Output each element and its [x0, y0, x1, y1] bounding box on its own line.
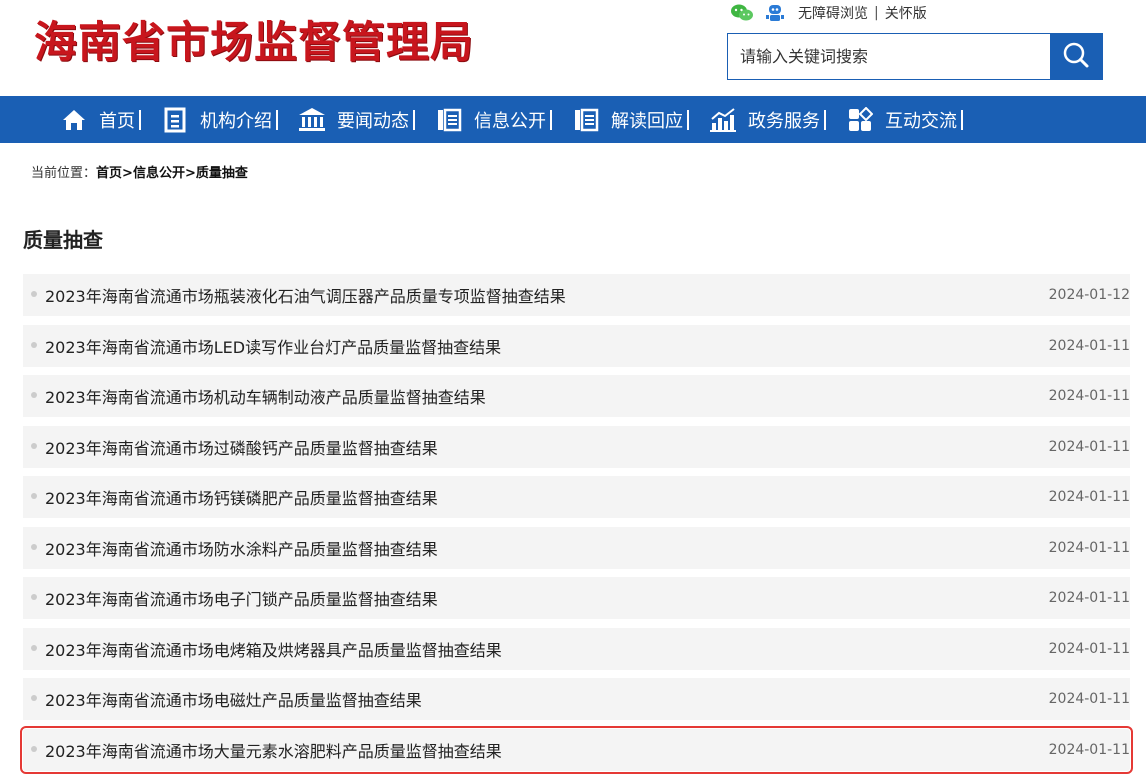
item-title-link[interactable]: 2023年海南省流通市场电磁灶产品质量监督抽查结果: [45, 687, 422, 711]
breadcrumb-separator: >: [122, 166, 133, 181]
nav-divider: [687, 109, 689, 130]
grid-icon: [846, 106, 874, 134]
top-links: 无障碍浏览 | 关怀版: [730, 2, 927, 24]
breadcrumb-separator: >: [184, 166, 196, 181]
item-date: 2024-01-11: [1048, 438, 1130, 455]
list-item[interactable]: 2023年海南省流通市场过磷酸钙产品质量监督抽查结果 2024-01-11: [23, 425, 1130, 468]
search-button[interactable]: [1050, 34, 1102, 79]
article-list: 2023年海南省流通市场瓶装液化石油气调压器产品质量专项监督抽查结果 2024-…: [20, 274, 1133, 779]
nav-label: 信息公开: [474, 110, 546, 132]
wechat-icon[interactable]: [730, 3, 753, 23]
bullet-dot: [31, 594, 37, 600]
document-icon: [161, 106, 189, 134]
list-item-highlighted[interactable]: 2023年海南省流通市场大量元素水溶肥料产品质量监督抽查结果 2024-01-1…: [20, 725, 1133, 774]
nav-item-interaction[interactable]: 互动交流: [846, 106, 963, 134]
bullet-dot: [31, 291, 37, 297]
item-title-link[interactable]: 2023年海南省流通市场瓶装液化石油气调压器产品质量专项监督抽查结果: [45, 283, 566, 307]
nav-item-info[interactable]: 信息公开: [435, 106, 552, 134]
nav-item-home[interactable]: 首页: [60, 106, 141, 134]
bullet-dot: [31, 644, 37, 651]
bullet-dot: [31, 543, 37, 550]
item-title-link[interactable]: 2023年海南省流通市场大量元素水溶肥料产品质量监督抽查结果: [45, 738, 502, 762]
breadcrumb-current: 质量抽查: [195, 166, 248, 181]
nav-divider: [139, 109, 141, 130]
nav-label: 互动交流: [885, 110, 957, 132]
list-item[interactable]: 2023年海南省流通市场瓶装液化石油气调压器产品质量专项监督抽查结果 2024-…: [23, 274, 1130, 316]
nav-item-interpret[interactable]: 解读回应: [572, 106, 689, 134]
breadcrumb: 当前位置：首页>信息公开>质量抽查: [31, 162, 248, 181]
nav-label: 机构介绍: [200, 110, 272, 132]
bullet-dot: [31, 695, 37, 701]
list-item[interactable]: 2023年海南省流通市场电磁灶产品质量监督抽查结果 2024-01-11: [23, 678, 1130, 720]
list-item[interactable]: 2023年海南省流通市场电子门锁产品质量监督抽查结果 2024-01-11: [23, 577, 1130, 619]
item-title-link[interactable]: 2023年海南省流通市场防水涂料产品质量监督抽查结果: [45, 536, 438, 560]
item-date: 2024-01-12: [1048, 287, 1130, 303]
bullet-dot: [31, 392, 37, 398]
accessible-browse-link[interactable]: 无障碍浏览: [798, 3, 868, 23]
nav-label: 政务服务: [748, 110, 820, 132]
item-date: 2024-01-11: [1048, 388, 1130, 404]
toplinks-separator: |: [874, 5, 879, 21]
nav-divider: [961, 109, 963, 130]
item-date: 2024-01-11: [1048, 590, 1130, 606]
item-title-link[interactable]: 2023年海南省流通市场LED读写作业台灯产品质量监督抽查结果: [45, 334, 501, 358]
item-title-link[interactable]: 2023年海南省流通市场电烤箱及烘烤器具产品质量监督抽查结果: [45, 637, 502, 661]
list-item[interactable]: 2023年海南省流通市场电烤箱及烘烤器具产品质量监督抽查结果 2024-01-1…: [23, 627, 1130, 670]
robot-icon[interactable]: [764, 3, 786, 23]
breadcrumb-parent-link[interactable]: 信息公开: [133, 166, 185, 181]
breadcrumb-home-link[interactable]: 首页: [96, 166, 122, 181]
item-title-link[interactable]: 2023年海南省流通市场钙镁磷肥产品质量监督抽查结果: [45, 485, 438, 509]
search-input[interactable]: [728, 34, 1050, 79]
home-icon: [60, 106, 88, 134]
nav-label: 要闻动态: [337, 110, 409, 132]
nav-item-about[interactable]: 机构介绍: [161, 106, 278, 134]
list-icon: [435, 106, 463, 134]
item-title-link[interactable]: 2023年海南省流通市场机动车辆制动液产品质量监督抽查结果: [45, 384, 486, 408]
bullet-dot: [31, 341, 37, 348]
site-logo[interactable]: 海南省市场监督管理局: [34, 8, 474, 70]
nav-divider: [824, 109, 826, 130]
item-date: 2024-01-11: [1048, 337, 1130, 354]
list-item[interactable]: 2023年海南省流通市场LED读写作业台灯产品质量监督抽查结果 2024-01-…: [23, 324, 1130, 367]
site-header: 海南省市场监督管理局 无障碍浏览 | 关怀版: [0, 0, 1146, 96]
page-title: 质量抽查: [23, 228, 103, 252]
item-title-link[interactable]: 2023年海南省流通市场过磷酸钙产品质量监督抽查结果: [45, 435, 438, 459]
bullet-dot: [31, 442, 37, 449]
main-nav: 首页 机构介绍 要闻动态 信息公开 解读回应 政务服务 互动交流: [0, 96, 1146, 143]
nav-label: 首页: [99, 110, 135, 132]
list-item[interactable]: 2023年海南省流通市场钙镁磷肥产品质量监督抽查结果 2024-01-11: [23, 476, 1130, 518]
building-icon: [298, 106, 326, 134]
nav-divider: [550, 109, 552, 130]
breadcrumb-prefix: 当前位置：: [31, 166, 97, 181]
nav-label: 解读回应: [611, 110, 683, 132]
nav-item-news[interactable]: 要闻动态: [298, 106, 415, 134]
bullet-dot: [31, 745, 37, 752]
item-date: 2024-01-11: [1048, 691, 1130, 707]
bullet-dot: [31, 493, 37, 499]
nav-item-services[interactable]: 政务服务: [709, 106, 826, 134]
item-date: 2024-01-11: [1048, 741, 1130, 758]
nav-divider: [276, 109, 278, 130]
chart-icon: [709, 106, 737, 134]
search-box: [727, 33, 1103, 80]
item-title-link[interactable]: 2023年海南省流通市场电子门锁产品质量监督抽查结果: [45, 586, 438, 610]
item-date: 2024-01-11: [1048, 640, 1130, 657]
list-item[interactable]: 2023年海南省流通市场防水涂料产品质量监督抽查结果 2024-01-11: [23, 526, 1130, 569]
item-date: 2024-01-11: [1048, 489, 1130, 505]
care-version-link[interactable]: 关怀版: [885, 3, 927, 23]
search-icon: [1061, 40, 1091, 74]
nav-divider: [413, 109, 415, 130]
list-item[interactable]: 2023年海南省流通市场机动车辆制动液产品质量监督抽查结果 2024-01-11: [23, 375, 1130, 417]
item-date: 2024-01-11: [1048, 539, 1130, 556]
book-icon: [572, 106, 600, 134]
